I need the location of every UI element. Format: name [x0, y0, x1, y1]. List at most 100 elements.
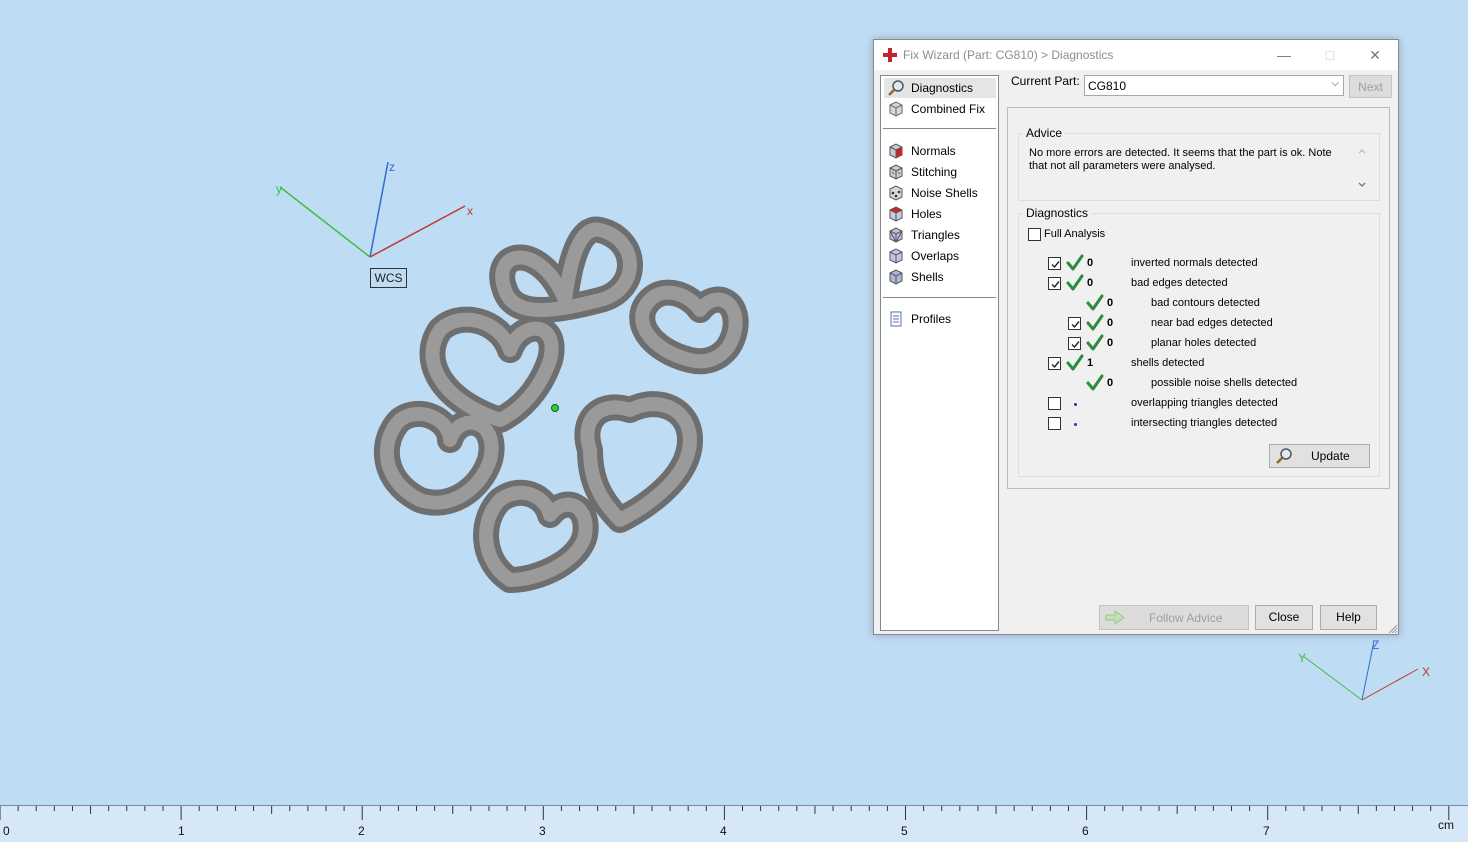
- z-axis-label: z: [389, 160, 395, 174]
- close-button[interactable]: Close: [1255, 605, 1313, 630]
- sidebar-item-diagnostics[interactable]: Diagnostics: [884, 78, 996, 98]
- diagnostics-title: Diagnostics: [1023, 206, 1092, 220]
- ruler-ticks: [0, 806, 1450, 820]
- mini-y-axis-line: [1302, 655, 1363, 701]
- z-axis-line: [369, 161, 389, 258]
- magnifier-icon: [888, 80, 904, 96]
- diagnostic-label: bad edges detected: [1131, 277, 1228, 289]
- ruler-number: 2: [358, 824, 365, 838]
- current-part-label: Current Part:: [1011, 74, 1080, 88]
- magnifier-icon: [1276, 448, 1292, 464]
- title-bar[interactable]: Fix Wizard (Part: CG810) > Diagnostics —…: [874, 40, 1398, 70]
- x-axis-label: x: [467, 204, 473, 218]
- sidebar-item-noise-shells[interactable]: Noise Shells: [884, 183, 996, 203]
- diagnostic-count: 0: [1087, 277, 1094, 289]
- rotation-center-marker: [551, 404, 559, 412]
- diagnostic-label: near bad edges detected: [1151, 317, 1273, 329]
- status-dot: [1074, 423, 1077, 426]
- sidebar-item-overlaps[interactable]: Overlaps: [884, 246, 996, 266]
- ok-check-icon: [1066, 254, 1084, 272]
- mini-z-axis-label: Z: [1372, 638, 1379, 652]
- sidebar-divider: [883, 128, 996, 129]
- sidebar-item-label: Overlaps: [911, 249, 960, 263]
- update-button[interactable]: Update: [1269, 444, 1370, 468]
- sidebar-divider: [883, 297, 996, 298]
- diagnostic-count: 0: [1107, 377, 1114, 389]
- follow-advice-button: Follow Advice: [1099, 605, 1249, 630]
- advice-scrollbar[interactable]: [1355, 144, 1369, 192]
- chevron-down-icon: ⌵: [1331, 78, 1339, 89]
- mini-x-axis-line: [1361, 668, 1419, 701]
- current-part-value: CG810: [1088, 79, 1127, 93]
- sidebar-item-triangles[interactable]: Triangles: [884, 225, 996, 245]
- minimize-button[interactable]: —: [1261, 40, 1307, 70]
- update-label: Update: [1311, 449, 1350, 463]
- mini-x-axis-label: X: [1422, 665, 1430, 679]
- next-button: Next: [1349, 75, 1392, 98]
- diagnostic-label: inverted normals detected: [1131, 257, 1258, 269]
- diagnostic-checkbox[interactable]: [1048, 257, 1061, 270]
- diagnostic-checkbox[interactable]: [1068, 317, 1081, 330]
- ok-check-icon: [1066, 274, 1084, 292]
- resize-grip-icon[interactable]: [1387, 623, 1398, 634]
- help-button[interactable]: Help: [1320, 605, 1377, 630]
- maximize-button: □: [1325, 47, 1335, 63]
- diagnostic-checkbox[interactable]: [1048, 357, 1061, 370]
- ok-check-icon: [1086, 374, 1104, 392]
- noise-shells-icon: [889, 185, 903, 201]
- sidebar-item-combined-fix[interactable]: Combined Fix: [884, 99, 996, 119]
- current-part-select[interactable]: CG810 ⌵: [1084, 75, 1344, 96]
- close-window-button[interactable]: ✕: [1352, 40, 1398, 70]
- full-analysis-label: Full Analysis: [1044, 228, 1106, 240]
- full-analysis-checkbox[interactable]: [1028, 228, 1041, 241]
- sidebar-item-label: Noise Shells: [911, 186, 978, 200]
- wizard-sidebar: Diagnostics Combined Fix Normals Stitchi…: [880, 75, 999, 631]
- sidebar-item-label: Diagnostics: [911, 81, 974, 95]
- dialog-title: Fix Wizard (Part: CG810) > Diagnostics: [903, 48, 1114, 62]
- diagnostic-label: overlapping triangles detected: [1131, 397, 1278, 409]
- sidebar-item-label: Normals: [911, 144, 956, 158]
- fix-wizard-icon: [883, 48, 897, 62]
- follow-advice-label: Follow Advice: [1149, 611, 1223, 625]
- ok-check-icon: [1086, 314, 1104, 332]
- ring-model: [374, 216, 749, 593]
- y-axis-line: [279, 186, 371, 258]
- diagnostic-checkbox[interactable]: [1048, 417, 1061, 430]
- diagnostic-label: intersecting triangles detected: [1131, 417, 1278, 429]
- diagnostic-label: planar holes detected: [1151, 337, 1257, 349]
- ruler-number: 5: [901, 824, 908, 838]
- sidebar-item-label: Shells: [911, 270, 944, 284]
- sidebar-item-profiles[interactable]: Profiles: [884, 309, 996, 329]
- fix-wizard-dialog: Fix Wizard (Part: CG810) > Diagnostics —…: [873, 39, 1399, 635]
- sidebar-item-normals[interactable]: Normals: [884, 141, 996, 161]
- diagnostic-label: shells detected: [1131, 357, 1205, 369]
- ruler-unit: cm: [1438, 818, 1454, 832]
- ok-check-icon: [1066, 354, 1084, 372]
- diagnostic-checkbox[interactable]: [1068, 337, 1081, 350]
- profiles-icon: [890, 311, 902, 327]
- diagnostic-label: possible noise shells detected: [1151, 377, 1298, 389]
- diagnostic-count: 1: [1087, 357, 1094, 369]
- advice-title: Advice: [1023, 126, 1066, 140]
- overlaps-cube-icon: [889, 248, 903, 264]
- diagnostic-checkbox[interactable]: [1048, 277, 1061, 290]
- mini-y-axis-label: Y: [1298, 651, 1306, 665]
- diagnostic-count: 0: [1107, 317, 1114, 329]
- sidebar-item-shells[interactable]: Shells: [884, 267, 996, 287]
- sidebar-item-stitching[interactable]: Stitching: [884, 162, 996, 182]
- normals-cube-icon: [889, 143, 903, 159]
- ruler-number: 3: [539, 824, 546, 838]
- sidebar-item-label: Combined Fix: [911, 102, 986, 116]
- diagnostic-checkbox[interactable]: [1048, 397, 1061, 410]
- sidebar-item-label: Holes: [911, 207, 942, 221]
- diagnostic-count: 0: [1087, 257, 1094, 269]
- sidebar-item-holes[interactable]: Holes: [884, 204, 996, 224]
- arrow-right-icon: [1105, 610, 1125, 625]
- sidebar-item-label: Stitching: [911, 165, 958, 179]
- holes-cube-icon: [889, 206, 903, 222]
- ruler-number: 4: [720, 824, 727, 838]
- diagnostic-label: bad contours detected: [1151, 297, 1260, 309]
- ruler-number: 6: [1082, 824, 1089, 838]
- advice-text: No more errors are detected. It seems th…: [1029, 147, 1332, 172]
- ruler-number: 1: [178, 824, 185, 838]
